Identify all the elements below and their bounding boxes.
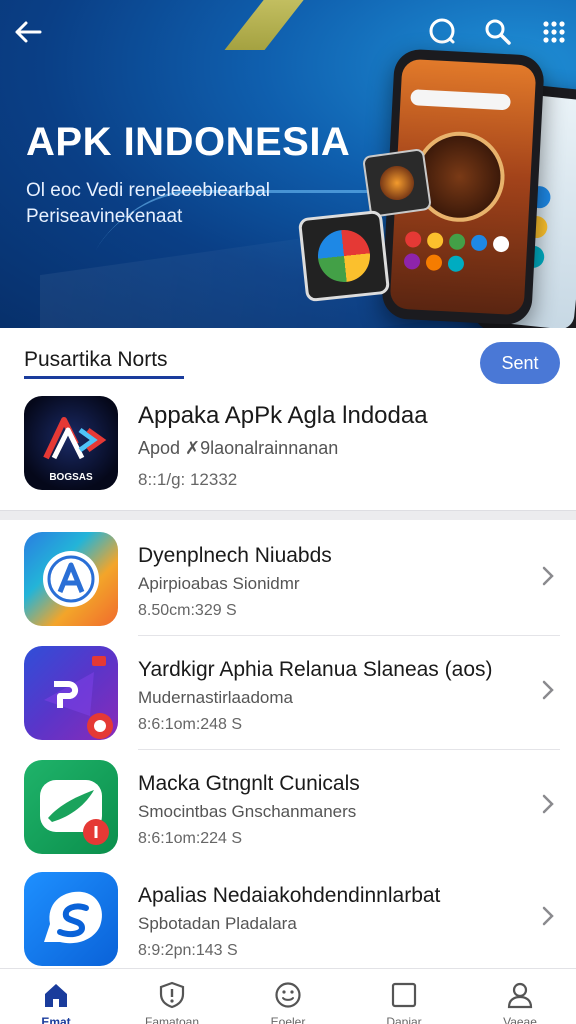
nav-label: Dapiar [386,1015,422,1024]
chat-logo-icon [24,760,118,854]
nav-item-home[interactable]: Emat [8,969,104,1024]
search-bar-graphic [410,89,511,111]
featured-app[interactable]: BOGSAS Appaka ApPk Agla lndodaa Apod ✗9l… [0,392,576,510]
home-icon [45,984,67,1007]
grid-dots-icon [543,21,565,43]
app-meta: 8.50cm:329 S [138,602,237,619]
app-tile-graphic [361,147,433,219]
tab-indicator [24,376,184,379]
list-item[interactable]: Apalias Nedaiakohdendinnlarbat Spbotadan… [0,862,576,976]
app-tile-graphic [297,209,391,303]
chevron-right-icon [542,906,554,926]
more-button[interactable] [536,14,572,50]
divider [0,510,576,520]
list-item[interactable]: Dyenplnech Niuabds Apirpioabas Sionidmr … [0,522,576,636]
a-logo-icon [24,532,118,626]
s-logo-icon [24,872,118,966]
search-alt-button[interactable] [480,14,516,50]
bottom-navigation: Emat Famatoan Eoeler Dapiar Vaeae [0,968,576,1024]
back-button[interactable] [10,14,46,50]
nav-item-library[interactable]: Dapiar [356,969,452,1024]
p-logo-icon [24,646,118,740]
app-subtitle: Spbotadan Pladalara [138,914,297,933]
app-subtitle: Mudernastirlaadoma [138,688,293,707]
app-subtitle: Apirpioabas Sionidmr [138,574,300,593]
app-title: Yardkigr Aphia Relanua Slaneas (aos) [138,658,493,681]
nav-label: Vaeae [503,1015,537,1024]
apk-logo-icon: BOGSAS [24,396,118,490]
app-meta: 8:6:1om:248 S [138,716,243,733]
hero-decoration [224,0,312,50]
square-icon [391,982,417,1008]
app-meta: 8:9:2pn:143 S [138,942,238,959]
search-icon [429,18,455,44]
app-title: Macka Gtngnlt Cunicals [138,772,360,795]
app-title: Apalias Nedaiakohdendinnlarbat [138,884,441,907]
hero-banner: APK INDONESIA Ol eoc Vedi reneleeebiearb… [0,0,576,328]
list-item[interactable]: Macka Gtngnlt Cunicals Smocintbas Gnscha… [0,750,576,864]
search-icon [485,19,511,45]
app-title: Dyenplnech Niuabds [138,544,332,567]
person-icon [507,982,533,1009]
hero-subtitle: Ol eoc Vedi reneleeebiearbal [26,180,271,201]
page-title: APK INDONESIA [26,120,351,164]
list-item[interactable]: Yardkigr Aphia Relanua Slaneas (aos) Mud… [0,636,576,750]
back-arrow-icon [15,21,42,43]
search-button[interactable] [424,14,460,50]
face-icon [275,982,301,1008]
app-subtitle: Smocintbas Gnschanmaners [138,802,357,821]
sent-button[interactable]: Sent [480,342,560,384]
chevron-right-icon [542,794,554,814]
section-header: Pusartika Norts Sent [0,328,576,392]
nav-item-profile[interactable]: Vaeae [472,969,568,1024]
hero-subtitle: Periseavinekenaat [26,206,183,227]
nav-label: Famatoan [144,1015,200,1024]
chevron-right-icon [542,680,554,700]
nav-item-explore[interactable]: Eoeler [240,969,336,1024]
nav-label: Emat [41,1015,71,1024]
app-icon-text: BOGSAS [49,472,93,483]
featured-app-meta: 8::1/g: 12332 [138,470,238,489]
chevron-right-icon [542,566,554,586]
app-meta: 8:6:1om:224 S [138,830,243,847]
section-title: Pusartika Norts [24,348,168,371]
nav-item-security[interactable]: Famatoan [124,969,220,1024]
nav-label: Eoeler [270,1015,306,1024]
shield-icon [159,981,185,1009]
featured-app-title: Appaka ApPk Agla lndodaa [138,402,428,429]
featured-app-subtitle: Apod ✗9laonalrainnanan [138,438,339,458]
